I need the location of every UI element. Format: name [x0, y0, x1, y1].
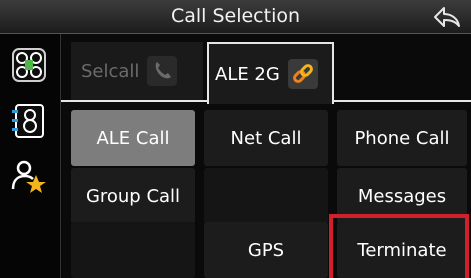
- empty-slot: [71, 222, 195, 278]
- favorite-contact-icon: [11, 160, 46, 193]
- phone-handset-icon: [147, 56, 178, 86]
- chain-link-icon: [287, 59, 318, 89]
- tab-selcall-label: Selcall: [81, 60, 140, 82]
- phone-call-button[interactable]: Phone Call: [337, 110, 467, 166]
- page-title: Call Selection: [170, 5, 301, 27]
- sidebar-contact-button[interactable]: [4, 96, 54, 146]
- tab-ale-2g-label: ALE 2G: [215, 63, 280, 85]
- messages-button[interactable]: Messages: [337, 168, 467, 224]
- tab-divider-gap: [209, 100, 332, 102]
- group-call-button[interactable]: Group Call: [71, 168, 195, 224]
- net-call-button[interactable]: Net Call: [204, 110, 328, 166]
- title-bar: Call Selection: [0, 0, 471, 34]
- main-content: Selcall ALE 2G ALE Call Net Call Phone C…: [60, 34, 471, 278]
- back-button[interactable]: [433, 5, 461, 29]
- empty-slot: [204, 168, 328, 224]
- tab-selcall[interactable]: Selcall: [71, 42, 203, 100]
- sidebar-network-button[interactable]: [4, 40, 54, 90]
- gps-button[interactable]: GPS: [204, 222, 328, 278]
- tab-strip: Selcall ALE 2G: [61, 34, 471, 104]
- network-icon: [12, 48, 46, 82]
- tab-ale-2g[interactable]: ALE 2G: [207, 42, 334, 104]
- contact-card-icon: [12, 104, 44, 138]
- sidebar: [0, 34, 60, 278]
- terminate-button[interactable]: Terminate: [337, 222, 467, 278]
- sidebar-favorite-contact-button[interactable]: [4, 152, 54, 202]
- back-arrow-icon: [434, 7, 460, 27]
- ale-call-button[interactable]: ALE Call: [71, 110, 195, 166]
